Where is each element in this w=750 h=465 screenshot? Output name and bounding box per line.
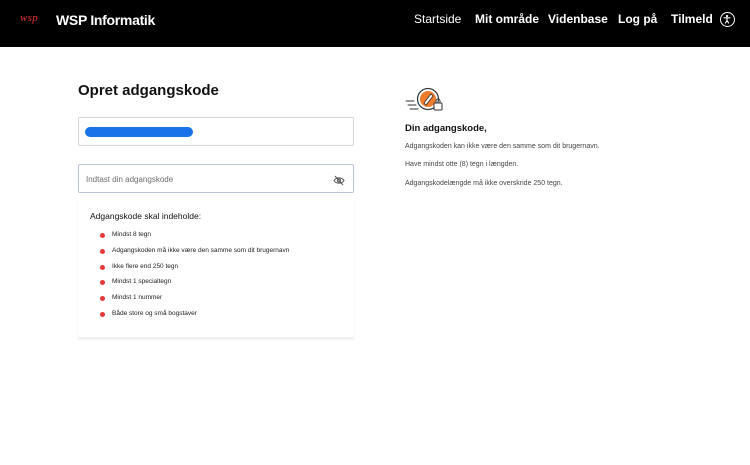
password-requirements: Adgangskode skal indeholde: Mindst 8 teg… <box>78 198 354 338</box>
nav-videnbase[interactable]: Videnbase <box>548 12 608 26</box>
redacted-username <box>85 127 193 137</box>
requirements-list: Mindst 8 tegn Adgangskoden må ikke være … <box>100 231 289 326</box>
accessibility-figure <box>723 14 731 24</box>
page-title: Opret adgangskode <box>78 82 219 99</box>
bullet-icon <box>100 248 105 254</box>
accessibility-icon[interactable] <box>720 12 735 27</box>
nav-log-paa[interactable]: Log på <box>618 12 657 26</box>
nav-tilmeld[interactable]: Tilmeld <box>671 12 713 26</box>
password-field[interactable] <box>78 164 354 193</box>
password-input[interactable] <box>86 172 316 186</box>
list-item: Både store og små bogstaver <box>100 310 289 326</box>
requirement-text: Mindst 1 specialtegn <box>112 278 172 286</box>
info-line: Adgangskodelængde må ikke overskride 250… <box>405 180 563 187</box>
list-item: Mindst 8 tegn <box>100 231 289 247</box>
bullet-icon <box>100 296 105 302</box>
requirement-text: Mindst 8 tegn <box>112 231 152 238</box>
requirement-text: Både store og små bogstaver <box>112 309 197 317</box>
list-item: Adgangskoden må ikke være den samme som … <box>100 247 289 263</box>
info-line: Have mindst otte (8) tegn i længden. <box>405 161 519 168</box>
username-field[interactable] <box>78 117 354 146</box>
info-line: Adgangskoden kan ikke være den samme som… <box>405 143 600 150</box>
bullet-icon <box>100 311 105 317</box>
bullet-icon <box>100 264 105 270</box>
list-item: Ikke flere end 250 tegn <box>100 263 289 279</box>
requirements-title: Adgangskode skal indeholde: <box>90 211 202 221</box>
bullet-icon <box>100 280 105 286</box>
requirement-text: Ikke flere end 250 tegn <box>112 262 179 270</box>
nav-mit-omraade[interactable]: Mit område <box>475 12 539 26</box>
list-item: Mindst 1 specialtegn <box>100 278 289 294</box>
requirement-text: Adgangskoden må ikke være den samme som … <box>112 246 290 254</box>
info-heading: Din adgangskode, <box>405 123 487 134</box>
wsp-logo-mark[interactable]: wsp <box>20 12 38 24</box>
nav-startside[interactable]: Startside <box>414 12 461 26</box>
password-lock-icon <box>404 84 444 114</box>
top-navigation-bar: wsp WSP Informatik Startside Mit område … <box>0 0 750 47</box>
bullet-icon <box>100 233 105 238</box>
eye-slash-icon[interactable] <box>333 173 345 186</box>
brand-name[interactable]: WSP Informatik <box>56 12 155 28</box>
requirement-text: Mindst 1 nummer <box>112 294 163 302</box>
list-item: Mindst 1 nummer <box>100 294 289 310</box>
